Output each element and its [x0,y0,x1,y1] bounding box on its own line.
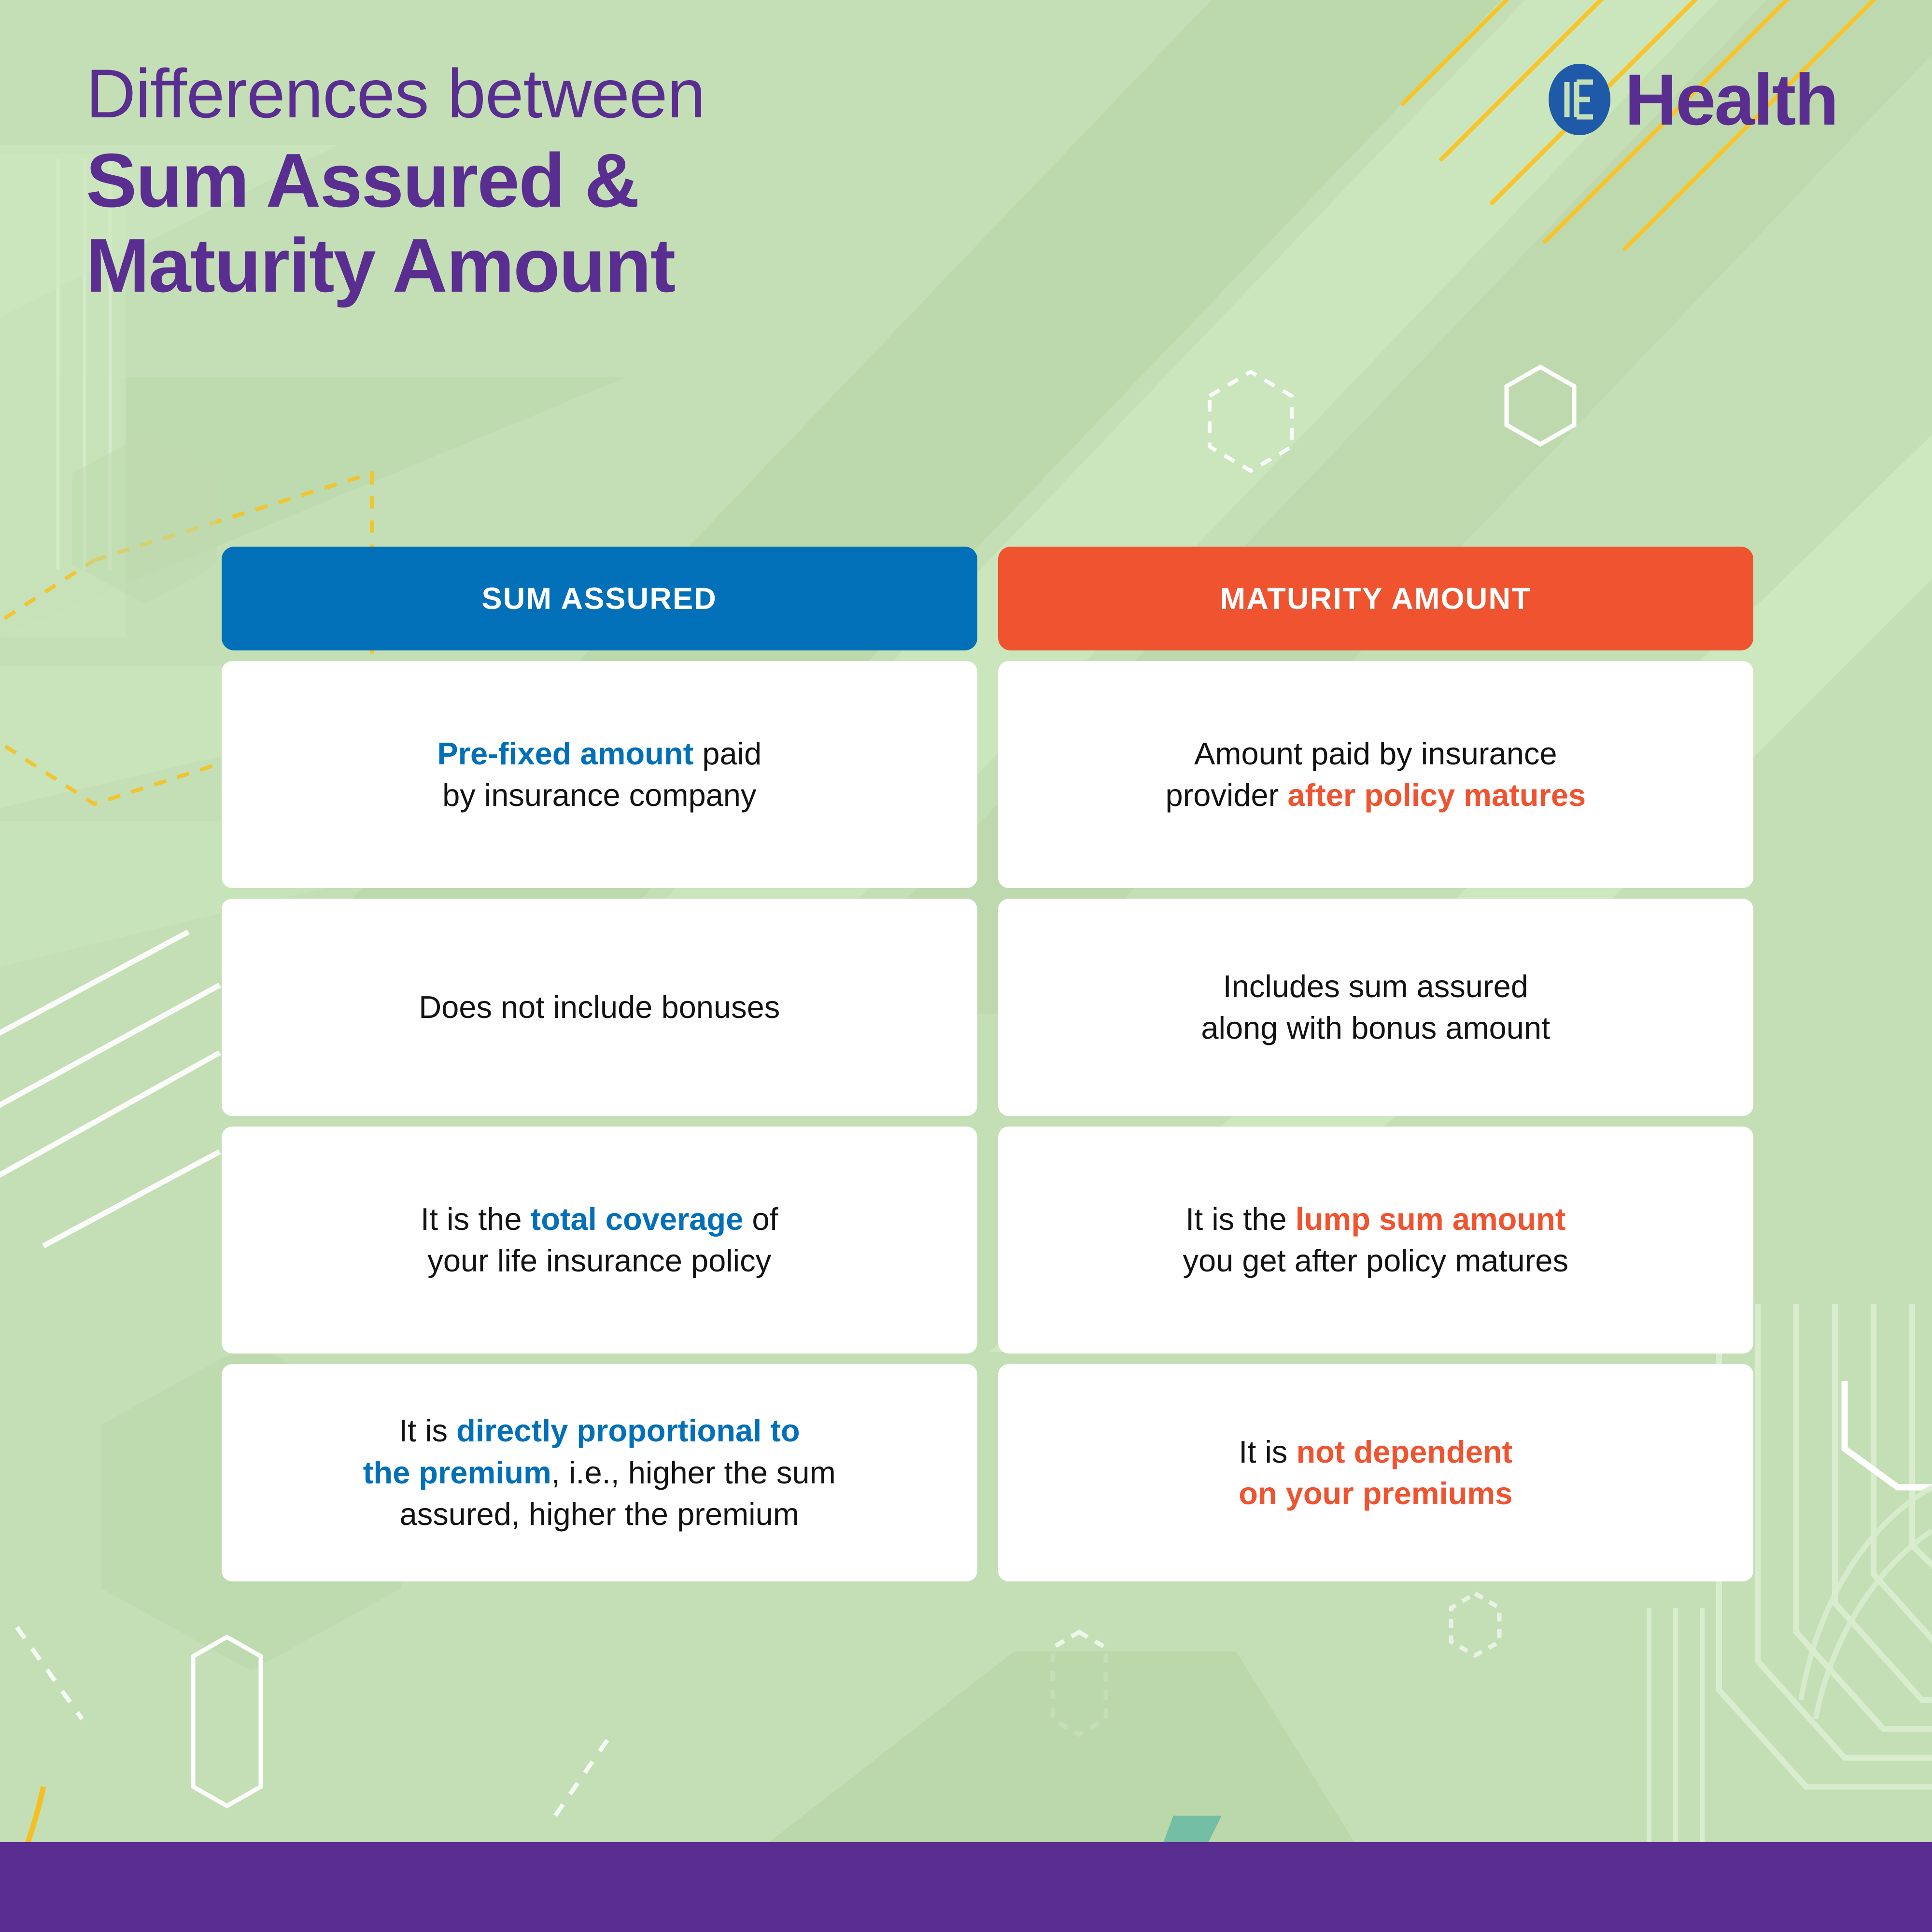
table-header-row: SUM ASSURED MATURITY AMOUNT [222,547,1753,650]
table-row: Does not include bonuses Includes sum as… [222,899,1753,1116]
cell-text: It is [398,1413,457,1449]
bajaj-b-monogram-icon [1548,64,1610,135]
cell-text: by insurance company [442,777,757,813]
cell-text: your life insurance policy [427,1243,772,1278]
brand-logo: Health [1547,59,1839,140]
cell-text: , i.e., higher the sum [551,1454,836,1490]
cell-text: along with bonus amount [1201,1010,1551,1045]
cell-sum-assured-4: It is directly proportional to the premi… [222,1364,977,1581]
logo-wordmark: Health [1624,59,1839,140]
cell-highlight: directly proportional to [456,1413,800,1449]
cell-maturity-2: Includes sum assured along with bonus am… [998,899,1753,1116]
page-title: Differences between Sum Assured & Maturi… [86,56,705,309]
cell-text: assured, higher the premium [399,1496,799,1532]
cell-maturity-4: It is not dependent on your premiums [998,1364,1753,1581]
cell-text: paid [693,735,762,771]
cell-text: Includes sum assured [1223,968,1528,1004]
column-sum-assured: SUM ASSURED [222,547,977,650]
cell-sum-assured-2: Does not include bonuses [222,899,977,1116]
cell-highlight: after policy matures [1287,777,1586,813]
header-maturity-amount: MATURITY AMOUNT [998,547,1753,650]
cell-text: It is the [1185,1201,1296,1237]
header: Differences between Sum Assured & Maturi… [0,0,1932,483]
cell-maturity-3: It is the lump sum amount you get after … [998,1127,1753,1354]
cell-text: It is the [420,1201,531,1237]
table-row: It is directly proportional to the premi… [222,1364,1753,1581]
cell-highlight: Pre-fixed amount [437,735,694,771]
cell-text: It is [1239,1434,1297,1469]
cell-text: you get after policy matures [1183,1243,1568,1278]
table-row: It is the total coverage of your life in… [222,1127,1753,1354]
cell-highlight: not dependent [1296,1434,1513,1469]
cell-text: Does not include bonuses [419,989,780,1025]
title-line-3: Maturity Amount [86,223,676,309]
cell-highlight: the premium [363,1454,551,1490]
cell-maturity-1: Amount paid by insurance provider after … [998,661,1753,888]
cell-text: of [743,1201,778,1237]
cell-highlight: on your premiums [1239,1476,1513,1511]
cell-sum-assured-1: Pre-fixed amount paid by insurance compa… [222,661,977,888]
cell-sum-assured-3: It is the total coverage of your life in… [222,1127,977,1354]
table-row: Pre-fixed amount paid by insurance compa… [222,661,1753,888]
cell-highlight: total coverage [530,1201,744,1237]
title-line-2: Sum Assured & [86,138,640,224]
column-maturity-amount: MATURITY AMOUNT [998,547,1753,650]
footer-bar [0,1842,1932,1932]
comparison-table: SUM ASSURED MATURITY AMOUNT Pre-fixed am… [222,547,1753,1581]
cell-highlight: lump sum amount [1295,1201,1566,1237]
cell-text: provider [1165,777,1288,813]
title-line-1: Differences between [86,56,705,132]
header-sum-assured: SUM ASSURED [222,547,977,650]
cell-text: Amount paid by insurance [1194,735,1557,771]
